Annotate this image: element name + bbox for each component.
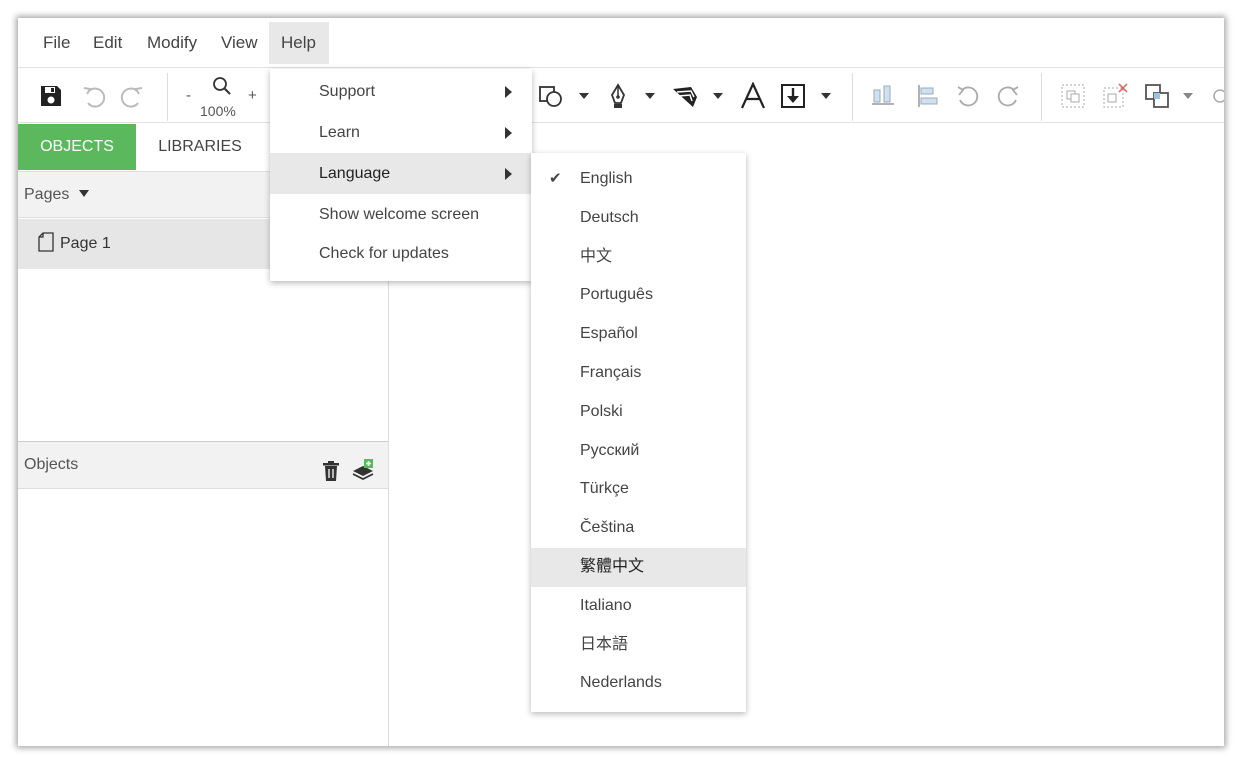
undo-icon — [83, 87, 106, 108]
language-option[interactable]: Čeština — [531, 509, 746, 548]
toolbar-separator — [852, 73, 853, 121]
add-layer-icon — [352, 459, 374, 481]
import-icon — [781, 84, 805, 108]
chevron-right-icon — [505, 127, 512, 139]
language-option[interactable]: 日本語 — [531, 626, 746, 665]
save-icon — [41, 86, 61, 106]
language-option[interactable]: ✔ English — [531, 160, 746, 199]
chevron-down-icon — [645, 93, 655, 99]
language-option[interactable]: Polski — [531, 393, 746, 432]
boolean-dropdown-button[interactable] — [1178, 69, 1198, 123]
menu-item-check-for-updates[interactable]: Check for updates — [270, 233, 532, 274]
distribute-icon — [1213, 89, 1224, 103]
objects-header: Objects — [18, 441, 388, 489]
language-option-hovered[interactable]: 繁體中文 — [531, 548, 746, 587]
toolbar-separator — [167, 73, 168, 121]
chevron-right-icon — [505, 86, 512, 98]
menu-item-label: Support — [319, 83, 376, 100]
language-option[interactable]: Türkçe — [531, 470, 746, 509]
language-option[interactable]: Русский — [531, 432, 746, 471]
align-left-icon — [918, 85, 938, 107]
ungroup-icon — [1103, 83, 1128, 108]
text-tool-button[interactable] — [736, 69, 770, 123]
ungroup-button[interactable] — [1100, 69, 1130, 123]
group-icon — [1061, 84, 1085, 108]
align-bottom-button[interactable] — [868, 69, 898, 123]
shapes-tool-button[interactable] — [536, 69, 566, 123]
pages-label: Pages — [24, 186, 70, 203]
menu-view[interactable]: View — [209, 22, 270, 64]
save-button[interactable] — [36, 69, 66, 123]
import-dropdown-button[interactable] — [816, 69, 836, 123]
tab-objects[interactable]: OBJECTS — [18, 124, 136, 170]
pen-icon — [611, 83, 625, 108]
boolean-button[interactable] — [1142, 69, 1172, 123]
page-name: Page 1 — [60, 235, 111, 252]
chevron-down-icon — [821, 93, 831, 99]
boolean-icon — [1145, 84, 1169, 108]
menu-item-label: Language — [319, 165, 391, 182]
group-button[interactable] — [1058, 69, 1088, 123]
brush-icon — [673, 87, 697, 107]
menu-modify[interactable]: Modify — [135, 22, 209, 64]
redo-icon — [120, 87, 143, 108]
import-button[interactable] — [778, 69, 808, 123]
trash-icon — [323, 461, 339, 481]
add-layer-button[interactable] — [352, 454, 374, 500]
language-label: English — [580, 170, 633, 187]
magnifier-icon — [213, 77, 231, 95]
help-menu: Support Learn Language Show welcome scre… — [270, 69, 532, 281]
chevron-down-icon — [1183, 93, 1193, 99]
language-option[interactable]: Español — [531, 315, 746, 354]
stroke-dropdown-button[interactable] — [708, 69, 728, 123]
stroke-tool-button[interactable] — [668, 69, 702, 123]
menu-item-show-welcome-screen[interactable]: Show welcome screen — [270, 194, 532, 235]
toolbar-separator — [1041, 73, 1042, 121]
zoom-in-button[interactable]: + — [248, 87, 257, 104]
menubar: File Edit Modify View Help — [18, 18, 1224, 68]
menu-item-label: Learn — [319, 124, 360, 141]
chevron-down-icon — [713, 93, 723, 99]
more-tools-button[interactable] — [1206, 69, 1224, 123]
text-icon — [741, 82, 765, 109]
redo-button[interactable] — [118, 69, 148, 123]
chevron-right-icon — [505, 168, 512, 180]
zoom-level: 100% — [200, 103, 236, 119]
menu-help[interactable]: Help — [269, 22, 329, 64]
language-option[interactable]: Français — [531, 354, 746, 393]
language-option[interactable]: Nederlands — [531, 664, 746, 703]
zoom-out-button[interactable]: - — [186, 87, 191, 104]
rotate-right-icon — [997, 86, 1019, 107]
shapes-icon — [539, 86, 562, 107]
pen-tool-button[interactable] — [603, 69, 633, 123]
language-option[interactable]: Deutsch — [531, 199, 746, 238]
checkmark-icon: ✔ — [549, 170, 562, 187]
align-icon — [872, 85, 894, 105]
toolbar: - + 100% — [18, 69, 1224, 123]
menu-edit[interactable]: Edit — [81, 22, 134, 64]
tab-libraries[interactable]: LIBRARIES — [136, 124, 264, 170]
rotate-left-button[interactable] — [952, 69, 982, 123]
language-option[interactable]: 中文 — [531, 238, 746, 277]
shapes-dropdown-button[interactable] — [574, 69, 594, 123]
caret-down-icon[interactable] — [79, 190, 90, 197]
rotate-left-icon — [957, 86, 979, 107]
chevron-down-icon — [579, 93, 589, 99]
language-option[interactable]: Italiano — [531, 587, 746, 626]
objects-label: Objects — [24, 456, 79, 473]
menu-item-support[interactable]: Support — [270, 71, 532, 112]
menu-item-language[interactable]: Language — [270, 153, 532, 194]
app-window: File Edit Modify View Help - + 100% OBJE… — [18, 18, 1224, 746]
align-left-button[interactable] — [912, 69, 942, 123]
rotate-right-button[interactable] — [994, 69, 1024, 123]
undo-button[interactable] — [78, 69, 108, 123]
pen-dropdown-button[interactable] — [640, 69, 660, 123]
page-icon — [38, 232, 54, 252]
language-option[interactable]: Português — [531, 276, 746, 315]
language-submenu: ✔ English Deutsch 中文 Português Español F… — [531, 153, 746, 712]
delete-button[interactable] — [322, 454, 340, 500]
menu-file[interactable]: File — [31, 22, 82, 64]
menu-item-learn[interactable]: Learn — [270, 112, 532, 153]
